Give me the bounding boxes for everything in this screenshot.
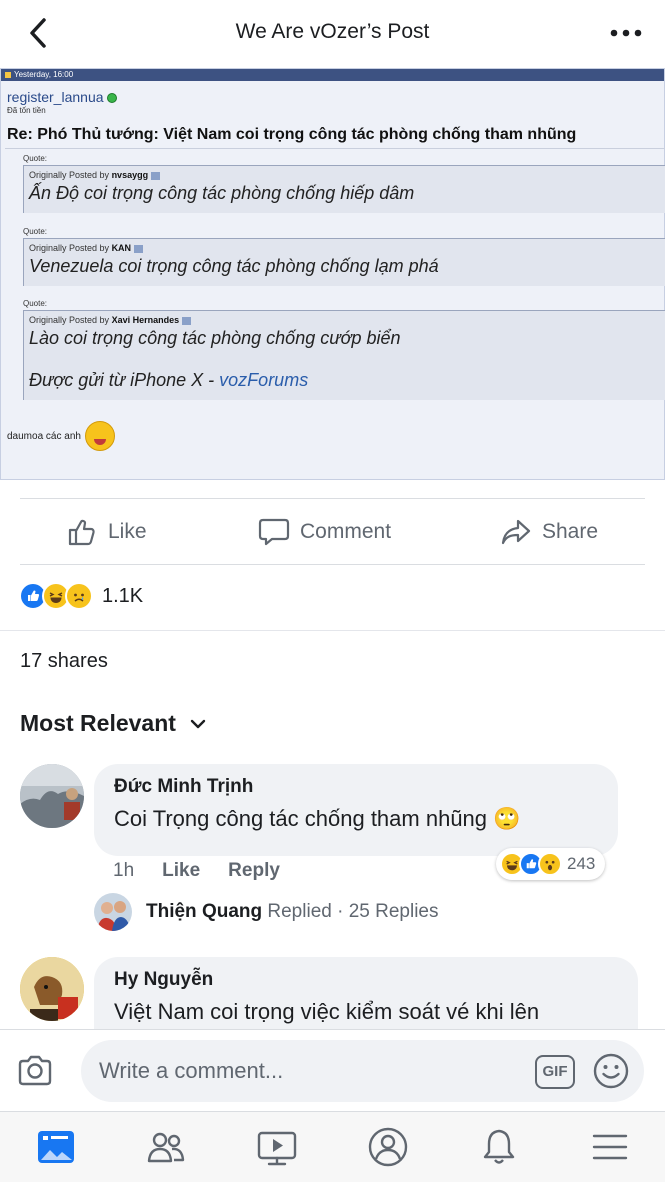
bottom-navigation [0,1111,665,1182]
camera-icon[interactable] [16,1052,54,1090]
comment-text: Việt Nam coi trọng việc kiểm soát vé khi… [114,999,540,1024]
quote-attribution: Originally Posted by KAN [24,239,665,253]
comment-bubble[interactable]: Đức Minh Trịnh Coi Trọng công tác chống … [94,764,618,856]
quote-label: Quote: [23,154,48,163]
replier-name: Thiện Quang [146,901,263,922]
share-label: Share [542,520,599,543]
comment-like-button[interactable]: Like [162,860,200,882]
gif-button[interactable]: GIF [535,1055,575,1089]
forum-reply-text: daumoa các anh [7,430,81,442]
forum-date-bar: Yesterday, 16:00 [1,69,664,81]
quote-box: Originally Posted by KAN Venezuela coi t… [23,238,665,286]
replier-avatar [94,893,132,931]
quote-box: Originally Posted by Xavi Hernandes Lào … [23,310,665,400]
comment-reaction-count: 243 [567,854,596,873]
like-button[interactable]: Like [66,510,147,554]
quote-author: Xavi Hernandes [111,315,180,325]
reactions-summary[interactable]: 1.1K [19,582,143,610]
quote-text: Venezuela coi trọng công tác phòng chống… [29,256,439,276]
quote-signature: Được gửi từ iPhone X - vozForums [24,367,665,391]
sort-label: Most Relevant [20,710,176,736]
menu-icon[interactable] [590,1127,630,1167]
comment-reply-button[interactable]: Reply [228,860,280,882]
notifications-bell-icon[interactable] [479,1127,519,1167]
posted-by-label: Originally Posted by [29,243,110,253]
view-post-icon [134,244,144,253]
quote-author: nvsaygg [111,170,149,180]
comment-sort-dropdown[interactable]: Most Relevant [20,710,206,737]
forum-date: Yesterday, 16:00 [14,70,74,79]
posted-by-label: Originally Posted by [29,170,110,180]
quote-attribution: Originally Posted by Xavi Hernandes [24,311,665,325]
comment-reactions[interactable]: 243 [496,848,606,880]
section-separator [0,630,665,631]
signature-prefix: Được gửi từ iPhone X - [29,370,220,390]
comment-input[interactable] [99,1040,519,1102]
comment-meta: 1h Like Reply [113,860,280,882]
share-arrow-icon [501,519,531,545]
posted-by-label: Originally Posted by [29,315,110,325]
thumbs-up-icon [68,519,95,546]
quote-text: Ấn Độ coi trọng công tác phòng chống hiế… [29,183,415,203]
forum-user-title: Đã tốn tiền [7,106,46,115]
forum-username-row: register_lannua [7,89,117,105]
commenter-name[interactable]: Đức Minh Trịnh [114,776,598,798]
quote-label: Quote: [23,227,48,236]
forum-reply: daumoa các anh [7,421,115,451]
more-options-icon[interactable] [609,18,643,48]
shares-count[interactable]: 17 shares [20,650,108,673]
comment-time: 1h [113,860,135,881]
friends-icon[interactable] [146,1127,186,1167]
forum-screenshot[interactable]: Yesterday, 16:00 register_lannua Đã tốn … [0,68,665,480]
commenter-avatar[interactable] [20,764,84,828]
post-header: We Are vOzer’s Post [0,0,665,66]
comment-bubble-icon [258,518,290,546]
quote-author: KAN [111,243,132,253]
quote-box: Originally Posted by nvsaygg Ấn Độ coi t… [23,165,665,213]
online-status-icon [106,93,117,104]
commenter-avatar[interactable] [20,957,84,1021]
divider [20,498,645,499]
quote-text: Lào coi trọng công tác phòng chống cướp … [29,328,401,348]
news-feed-icon[interactable] [36,1127,76,1167]
comment-input-wrapper: GIF [81,1040,644,1102]
emoji-icon[interactable] [592,1052,630,1090]
wow-reaction-icon [538,852,562,876]
comment-composer: GIF [0,1029,665,1111]
share-button[interactable]: Share [500,510,598,554]
laughing-emoticon-icon [84,421,115,451]
profile-icon[interactable] [368,1127,408,1167]
sad-reaction-icon [65,582,93,610]
view-post-icon [182,316,192,325]
quote-attribution: Originally Posted by nvsaygg [24,166,665,180]
view-replies[interactable]: Thiện Quang Replied · 25 Replies [94,893,438,931]
replies-count: Replied · 25 Replies [267,901,439,922]
watch-video-icon[interactable] [257,1127,297,1167]
post-icon [5,72,11,78]
like-label: Like [108,520,147,543]
post-title: We Are vOzer’s Post [235,20,430,43]
commenter-name[interactable]: Hy Nguyễn [114,969,618,991]
forum-thread-title: Re: Phó Thủ tướng: Việt Nam coi trọng cô… [5,125,665,149]
reaction-count: 1.1K [102,584,144,607]
vozforums-link[interactable]: vozForums [219,370,308,390]
quote-label: Quote: [23,299,48,308]
divider [20,564,645,565]
comment-label: Comment [300,520,392,543]
view-post-icon [151,171,161,180]
chevron-down-icon [190,719,206,728]
forum-username: register_lannua [7,89,104,105]
comment-text: Coi Trọng công tác chống tham nhũng 🙄 [114,806,521,831]
comment-button[interactable]: Comment [258,510,391,554]
